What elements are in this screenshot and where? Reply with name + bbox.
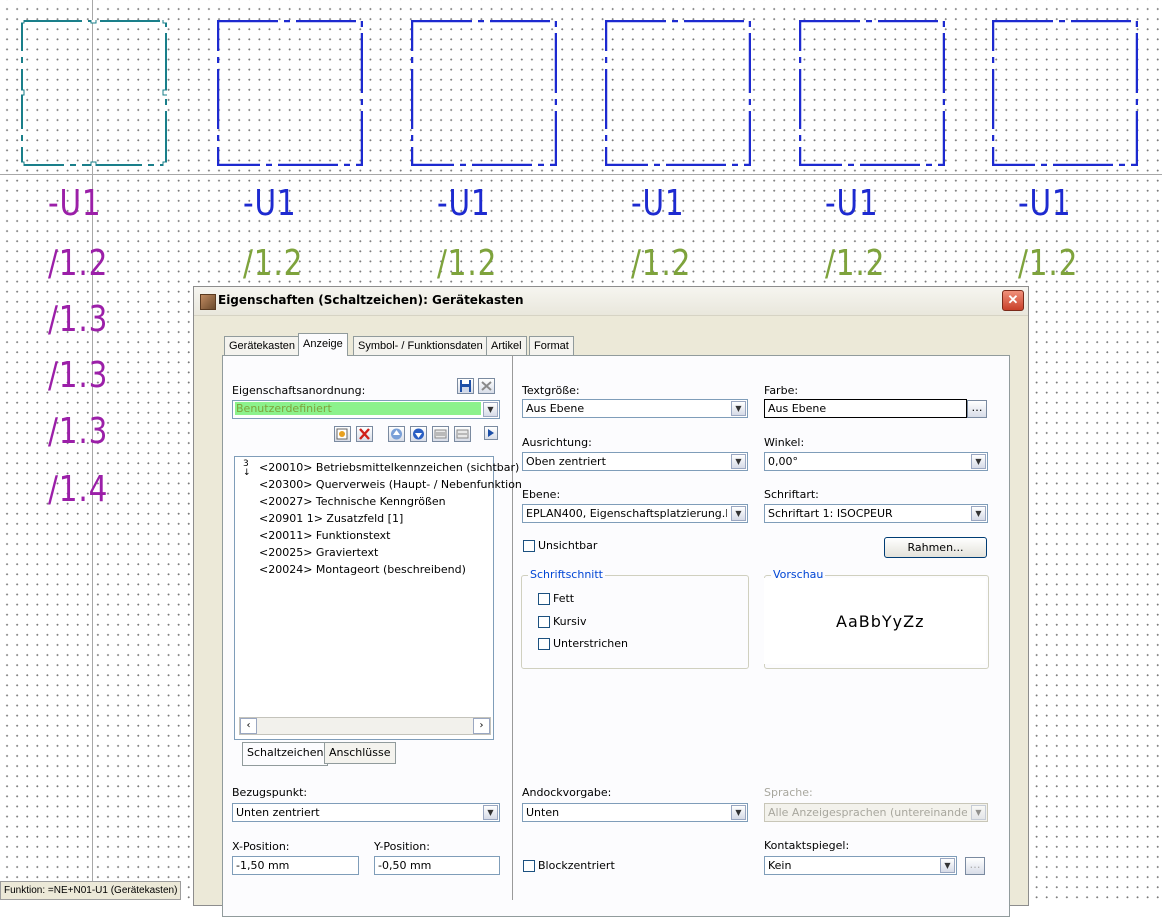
subtab-anschluesse[interactable]: Anschlüsse — [324, 742, 396, 764]
tab-symbol-funktionsdaten[interactable]: Symbol- / Funktionsdaten — [353, 336, 488, 356]
textsize-select[interactable]: Aus Ebene ▼ — [522, 399, 748, 418]
status-bar: Funktion: =NE+N01-U1 (Gerätekasten) — [0, 881, 182, 900]
font-select[interactable]: Schriftart 1: ISOCPEUR ▼ — [764, 504, 988, 523]
italic-checkbox[interactable] — [538, 616, 550, 628]
block-centered-label: Blockzentriert — [538, 859, 615, 872]
ref-point-label: Bezugspunkt: — [232, 786, 308, 799]
preview-text: AaBbYyZz — [836, 612, 925, 631]
new-property-icon[interactable] — [334, 426, 351, 442]
cross-reference[interactable]: /1.2 — [825, 246, 885, 282]
device-box-selected[interactable] — [21, 20, 167, 166]
tab-format[interactable]: Format — [529, 336, 574, 356]
dock-label: Andockvorgabe: — [522, 786, 612, 799]
layer-select[interactable]: EPLAN400, Eigenschaftsplatzierung.Betrie… — [522, 504, 748, 523]
italic-label: Kursiv — [553, 615, 587, 628]
close-icon[interactable]: ✕ — [1002, 290, 1024, 311]
save-icon[interactable] — [457, 378, 474, 394]
layer-label: Ebene: — [522, 488, 561, 501]
expand-icon[interactable] — [484, 426, 498, 440]
align-select[interactable]: Oben zentriert ▼ — [522, 452, 748, 471]
move-down-icon[interactable] — [410, 426, 427, 442]
dialog-title: Eigenschaften (Schaltzeichen): Gerätekas… — [218, 293, 524, 307]
cross-reference[interactable]: /1.2 — [1018, 246, 1078, 282]
device-box[interactable] — [217, 20, 363, 166]
dialog-titlebar[interactable]: Eigenschaften (Schaltzeichen): Gerätekas… — [194, 287, 1028, 316]
move-up-icon[interactable] — [388, 426, 405, 442]
device-tag[interactable]: -U1 — [631, 186, 685, 222]
cross-reference[interactable]: /1.3 — [48, 358, 108, 394]
property-list[interactable]: 3 ↓ <20010> Betriebsmittelkennzeichen (si… — [234, 456, 522, 740]
device-box[interactable] — [992, 20, 1138, 166]
ref-point-select[interactable]: Unten zentriert ▼ — [232, 803, 500, 822]
dock-select[interactable]: Unten ▼ — [522, 803, 748, 822]
list-item[interactable]: <20011> Funktionstext — [259, 529, 390, 542]
horizontal-scrollbar[interactable]: ‹ › — [239, 717, 491, 735]
device-tag[interactable]: -U1 — [825, 186, 879, 222]
underline-label: Unterstrichen — [553, 637, 629, 650]
tab-geraetekasten[interactable]: Gerätekasten — [224, 336, 301, 356]
delete-property-icon[interactable] — [356, 426, 373, 442]
list-item[interactable]: <20024> Montageort (beschreibend) — [259, 563, 466, 576]
align-label: Ausrichtung: — [522, 436, 592, 449]
subtab-schaltzeichen[interactable]: Schaltzeichen — [242, 742, 329, 766]
arrangement-select[interactable]: Benutzerdefiniert ▼ — [232, 400, 500, 419]
textsize-label: Textgröße: — [522, 384, 580, 397]
device-tag[interactable]: -U1 — [437, 186, 491, 222]
column-divider — [512, 355, 513, 900]
device-box[interactable] — [605, 20, 751, 166]
cross-reference[interactable]: /1.2 — [437, 246, 497, 282]
ypos-label: Y-Position: — [374, 840, 430, 853]
bold-label: Fett — [553, 592, 575, 605]
invisible-label: Unsichtbar — [538, 539, 598, 552]
cross-reference[interactable]: /1.4 — [48, 472, 108, 508]
color-picker-button[interactable]: … — [967, 400, 987, 418]
app-icon — [200, 294, 216, 310]
device-box[interactable] — [411, 20, 557, 166]
delete-scheme-icon[interactable] — [478, 378, 495, 394]
list-item[interactable]: <20025> Graviertext — [259, 546, 378, 559]
device-box[interactable] — [799, 20, 945, 166]
cross-reference[interactable]: /1.3 — [48, 302, 108, 338]
device-tag[interactable]: -U1 — [48, 186, 102, 222]
invisible-checkbox[interactable] — [523, 540, 535, 552]
cross-reference[interactable]: /1.2 — [243, 246, 303, 282]
sort-icon[interactable]: 3 ↓ — [243, 460, 251, 478]
mirror-label: Kontaktspiegel: — [764, 839, 850, 852]
tab-artikel[interactable]: Artikel — [486, 336, 527, 356]
ypos-field[interactable]: -0,50 mm — [374, 856, 500, 875]
cross-reference[interactable]: /1.2 — [631, 246, 691, 282]
frame-button[interactable]: Rahmen... — [884, 537, 987, 558]
cross-reference[interactable]: /1.2 — [48, 246, 108, 282]
device-tag[interactable]: -U1 — [1018, 186, 1072, 222]
mirror-select[interactable]: Kein ▼ — [764, 856, 957, 875]
list-item[interactable]: <20027> Technische Kenngrößen — [259, 495, 446, 508]
list-item[interactable]: <20300> Querverweis (Haupt- / Nebenfunkt… — [259, 478, 522, 491]
font-label: Schriftart: — [764, 488, 819, 501]
block-centered-checkbox[interactable] — [523, 860, 535, 872]
xpos-field[interactable]: -1,50 mm — [232, 856, 359, 875]
preview-box: AaBbYyZz — [764, 578, 986, 664]
color-label: Farbe: — [764, 384, 799, 397]
scroll-right-icon[interactable]: › — [473, 718, 490, 734]
list-item[interactable]: <20901 1> Zusatzfeld [1] — [259, 512, 403, 525]
mirror-options-button[interactable]: … — [965, 857, 985, 875]
list-item[interactable]: <20010> Betriebsmittelkennzeichen (sicht… — [259, 461, 519, 474]
copy-format-icon[interactable] — [432, 426, 449, 442]
angle-select[interactable]: 0,00° ▼ — [764, 452, 988, 471]
color-field[interactable]: Aus Ebene — [764, 399, 967, 418]
device-tag[interactable]: -U1 — [243, 186, 297, 222]
paste-format-icon[interactable] — [454, 426, 471, 442]
language-select[interactable]: Alle Anzeigesprachen (untereinander) ▼ — [764, 803, 988, 822]
crosshair-horizontal — [0, 174, 1162, 175]
xpos-label: X-Position: — [232, 840, 290, 853]
angle-label: Winkel: — [764, 436, 805, 449]
underline-checkbox[interactable] — [538, 638, 550, 650]
tab-anzeige[interactable]: Anzeige — [298, 333, 348, 356]
cross-reference[interactable]: /1.3 — [48, 414, 108, 450]
arrangement-label: Eigenschaftsanordnung: — [232, 384, 366, 397]
language-label: Sprache: — [764, 786, 813, 799]
scroll-left-icon[interactable]: ‹ — [240, 718, 257, 734]
bold-checkbox[interactable] — [538, 593, 550, 605]
